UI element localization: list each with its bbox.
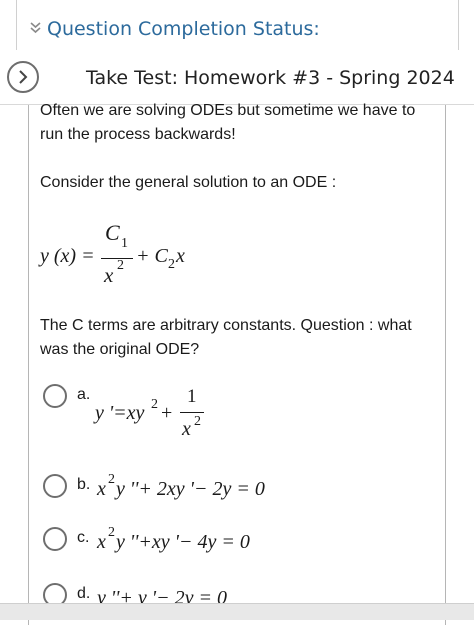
chevron-right-icon	[19, 70, 28, 84]
option-b-rest: y ''+ 2xy '− 2y = 0	[116, 478, 265, 500]
option-c-exponent: 2	[108, 525, 115, 540]
denominator-x: x	[104, 263, 114, 287]
radio-option-c[interactable]	[43, 527, 67, 551]
c2-variable: x	[176, 245, 185, 267]
option-a-exponent: 2	[151, 397, 158, 412]
option-a-plus: +	[161, 402, 173, 424]
option-b-exponent: 2	[108, 472, 115, 487]
option-letter: c.	[77, 529, 90, 546]
option-a-lhs: y '=xy	[95, 402, 145, 424]
option-a-numerator: 1	[187, 386, 197, 407]
option-letter: d.	[77, 585, 91, 602]
radio-option-a[interactable]	[43, 384, 67, 408]
question-completion-status-label: Question Completion Status:	[47, 18, 320, 40]
c1-symbol: C	[105, 220, 120, 245]
question-prompt: Consider the general solution to an ODE …	[40, 174, 337, 191]
option-letter: a.	[77, 386, 91, 403]
test-header: Take Test: Homework #3 - Spring 2024	[0, 54, 474, 105]
c2-term: + C	[136, 245, 168, 267]
denominator-exponent: 2	[117, 258, 124, 273]
divider	[458, 0, 459, 50]
option-a-denominator-exponent: 2	[194, 414, 201, 429]
divider	[16, 0, 17, 50]
radio-option-b[interactable]	[43, 474, 67, 498]
bottom-toolbar	[0, 603, 474, 620]
option-letter: b.	[77, 476, 91, 493]
c2-subscript: 2	[168, 257, 175, 272]
option-c-x: x	[97, 531, 106, 553]
status-strip: Question Completion Status:	[0, 0, 474, 50]
next-nav-button[interactable]	[7, 61, 39, 93]
fraction-bar	[180, 412, 204, 413]
question-completion-status-toggle[interactable]: Question Completion Status:	[30, 17, 320, 41]
page-title: Take Test: Homework #3 - Spring 2024	[86, 67, 455, 89]
question-ask: The C terms are arbitrary constants. Que…	[40, 317, 412, 358]
solution-lhs: y (x) =	[40, 245, 95, 267]
option-a-denominator: x	[182, 418, 191, 440]
option-c-rest: y ''+xy '− 4y = 0	[116, 531, 250, 553]
chevron-double-down-icon	[30, 21, 41, 37]
c1-subscript: 1	[121, 236, 128, 251]
question-intro: Often we are solving ODEs but sometime w…	[40, 102, 416, 143]
option-b-x: x	[97, 478, 106, 500]
